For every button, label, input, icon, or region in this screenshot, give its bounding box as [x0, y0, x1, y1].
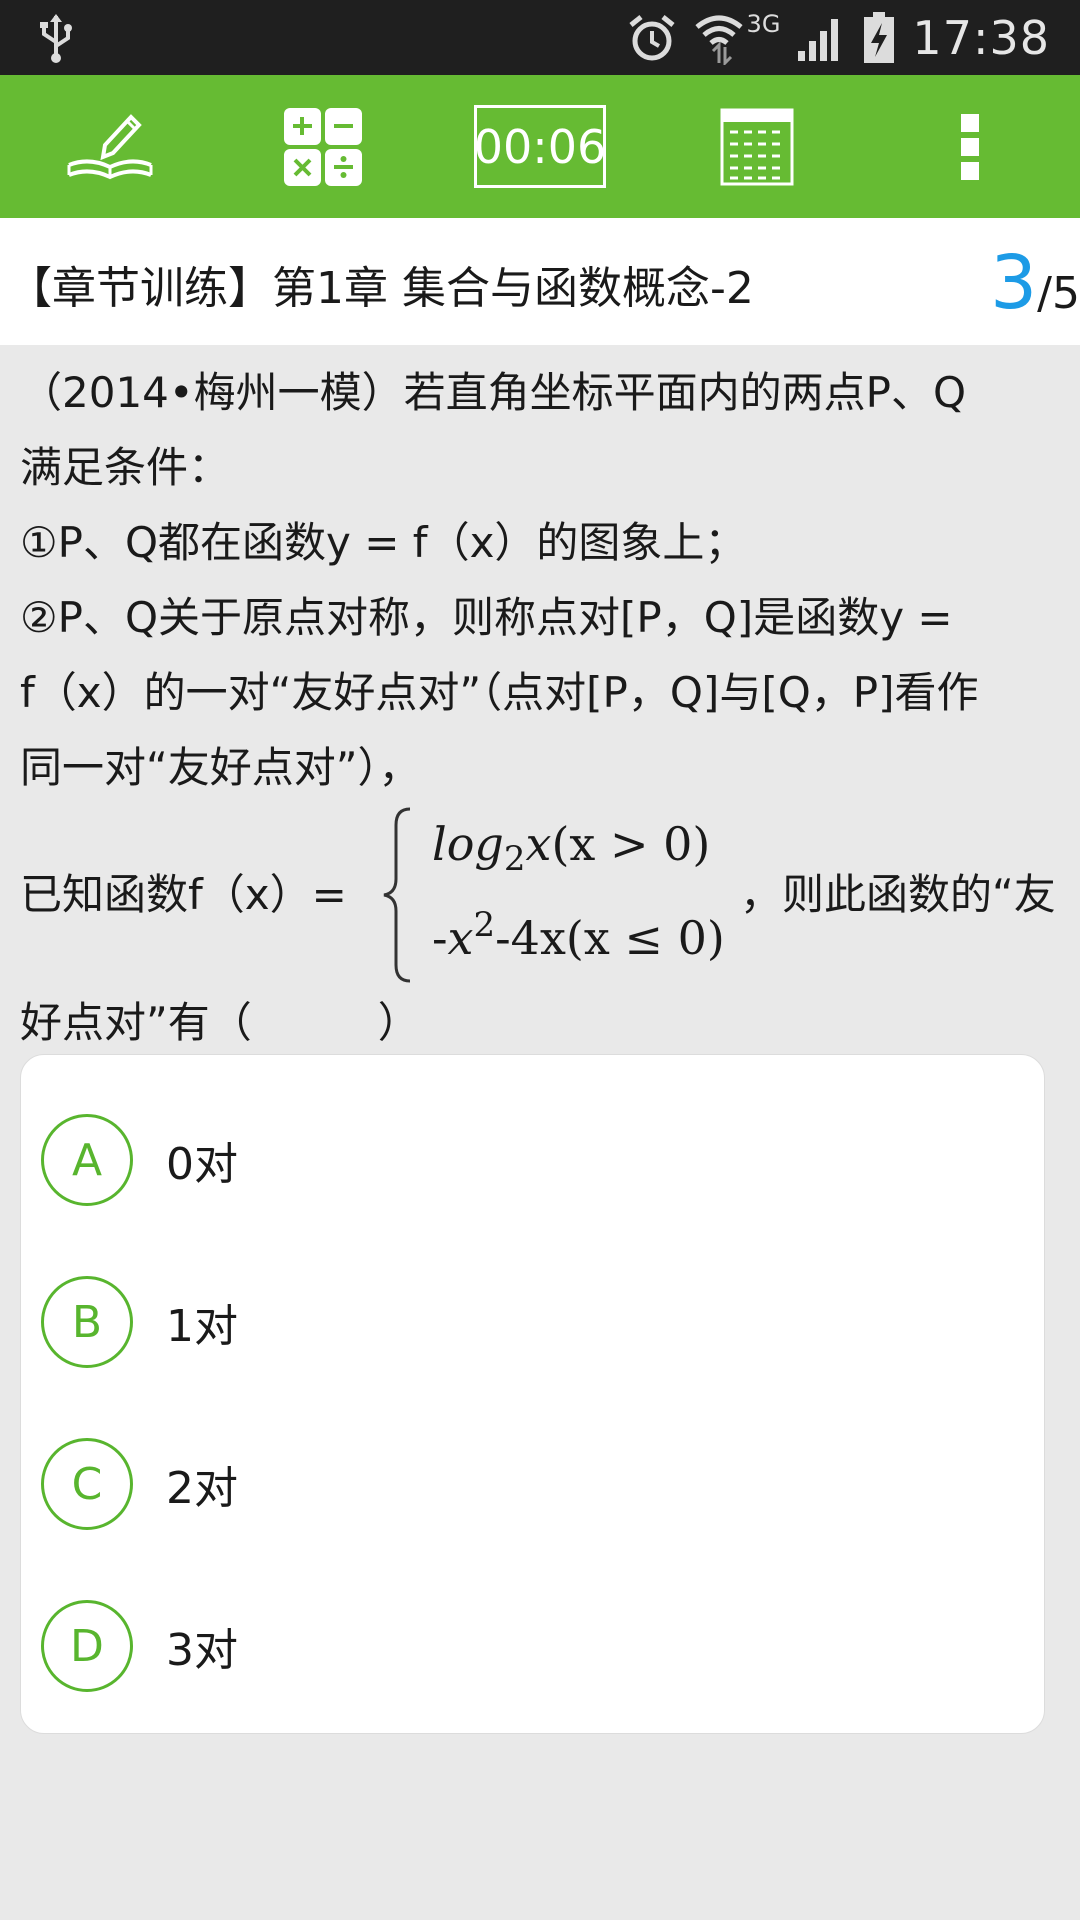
option-letter-badge: A	[41, 1114, 133, 1206]
question-line: （2014•梅州一模）若直角坐标平面内的两点P、Q	[20, 368, 967, 417]
question-line: 满足条件：	[20, 443, 231, 492]
left-brace-icon	[383, 807, 411, 983]
toolbar: 00:06	[0, 75, 1080, 218]
question-body: （2014•梅州一模）若直角坐标平面内的两点P、Q 满足条件： ①P、Q都在函数…	[20, 355, 1070, 1060]
option-c[interactable]: C 2对	[21, 1403, 1044, 1565]
title-bar: 【章节训练】第1章 集合与函数概念-2 3/5	[0, 218, 1080, 345]
formula-lead-text: 已知函数f（x）=	[20, 870, 347, 919]
wifi-icon	[694, 15, 743, 65]
option-letter-badge: C	[41, 1438, 133, 1530]
question-line: ①P、Q都在函数y = f（x）的图象上；	[20, 518, 747, 567]
network-type: 3G	[746, 10, 781, 38]
total-questions: /5	[1037, 268, 1080, 319]
calculator-button[interactable]	[278, 75, 368, 218]
formula-line: 已知函数f（x）= log2x(x > 0) -x2-4x(x ≤ 0) ，则此…	[20, 805, 1070, 985]
more-icon	[961, 113, 979, 180]
option-letter-badge: D	[41, 1600, 133, 1692]
answer-sheet-button[interactable]	[712, 75, 802, 218]
notes-button[interactable]	[50, 75, 170, 218]
current-question-number: 3	[990, 240, 1038, 326]
calculator-icon	[284, 107, 362, 186]
notes-icon	[67, 113, 153, 179]
more-button[interactable]	[940, 75, 1000, 218]
option-text: 1对	[166, 1301, 238, 1352]
option-a[interactable]: A 0对	[21, 1079, 1044, 1241]
timer-display: 00:06	[474, 105, 606, 188]
piecewise-case-2: -x2-4x(x ≤ 0)	[432, 905, 725, 965]
status-time: 17:38	[912, 11, 1050, 65]
option-text: 2对	[166, 1463, 238, 1514]
question-line: f（x）的一对“友好点对”（点对[P，Q]与[Q，P]看作	[20, 668, 979, 717]
option-b[interactable]: B 1对	[21, 1241, 1044, 1403]
option-d[interactable]: D 3对	[21, 1565, 1044, 1727]
answer-sheet-icon	[720, 108, 794, 185]
alarm-icon	[628, 15, 675, 61]
question-line: 好点对”有（ ）	[20, 998, 420, 1047]
question-line: ②P、Q关于原点对称，则称点对[P，Q]是函数y =	[20, 593, 953, 642]
page-title: 【章节训练】第1章 集合与函数概念-2	[8, 263, 754, 314]
option-text: 3对	[166, 1625, 238, 1676]
piecewise-case-1: log2x(x > 0)	[432, 817, 711, 879]
usb-icon	[40, 14, 72, 63]
status-bar: 3G 17:38	[0, 0, 1080, 75]
options-card: A 0对 B 1对 C 2对 D 3对	[20, 1054, 1045, 1734]
option-letter-badge: B	[41, 1276, 133, 1368]
question-line: 同一对“友好点对”），	[20, 743, 421, 792]
piecewise-function: log2x(x > 0) -x2-4x(x ≤ 0)	[380, 805, 740, 985]
signal-icon	[798, 19, 839, 61]
formula-trail-text: ，则此函数的“友	[740, 870, 1056, 919]
option-text: 0对	[166, 1139, 238, 1190]
question-progress: 3/5	[990, 240, 1080, 326]
battery-charging-icon	[864, 12, 895, 63]
